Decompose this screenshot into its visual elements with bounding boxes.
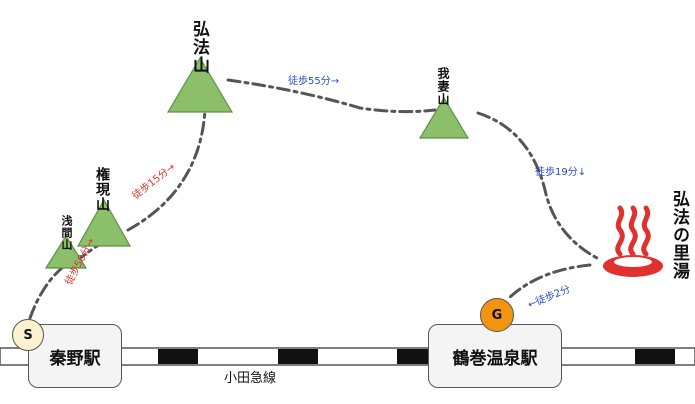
start-marker: S — [12, 319, 44, 351]
trail-azuma-to-onsen — [476, 111, 599, 260]
onsen-label: 弘法の里湯 — [669, 190, 689, 280]
peak-label-azuma: 我妻山 — [436, 67, 450, 106]
walk-time-kobo-azuma: 徒歩55分→ — [288, 76, 340, 87]
peak-label-gongen: 権現山 — [94, 167, 110, 212]
hiking-route-map: 弘法山 我妻山 権現山 浅間山 弘法の里湯 徒歩50分→ 徒歩15分→ 徒歩55… — [0, 0, 695, 404]
railway-line-label: 小田急線 — [224, 371, 277, 386]
railway-tie — [397, 349, 430, 364]
hot-spring-icon — [603, 205, 663, 277]
walk-time-azuma-onsen: 徒歩19分↓ — [535, 167, 587, 178]
goal-marker: G — [480, 298, 514, 332]
trail-start-to-sengen — [28, 266, 64, 320]
peak-label-sengen: 浅間山 — [60, 215, 73, 251]
railway-tie — [278, 349, 318, 364]
station-tsurumaki: 鶴巻温泉駅 — [428, 324, 562, 388]
hiking-trail — [28, 78, 599, 320]
peak-label-kobo: 弘法山 — [189, 20, 209, 74]
railway-tie — [158, 349, 198, 364]
railway-tie — [635, 349, 675, 364]
